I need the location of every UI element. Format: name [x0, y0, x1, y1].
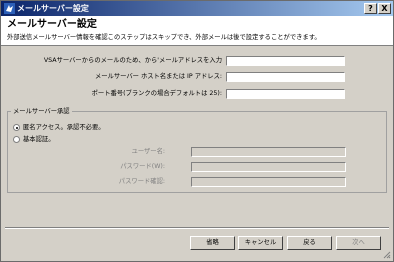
vsa-email-input[interactable] [226, 56, 345, 66]
mail-server-settings-dialog: メールサーバー設定 ? X メールサーバー設定 外部送信メールサーバー情報を確認… [0, 0, 394, 262]
basic-auth-radio[interactable] [13, 136, 20, 143]
password-input[interactable] [191, 162, 346, 172]
back-button[interactable]: 戻る [287, 236, 332, 250]
titlebar: メールサーバー設定 ? X [1, 1, 393, 16]
anonymous-radio-label[interactable]: 匿名アクセス。承認不必要。 [23, 123, 105, 132]
resize-grip-icon[interactable] [383, 251, 391, 259]
port-input[interactable] [226, 89, 345, 99]
next-button[interactable]: 次へ [336, 236, 381, 250]
username-label: ユーザー名: [131, 148, 165, 155]
password-confirm-input[interactable] [191, 177, 346, 187]
help-button[interactable]: ? [364, 3, 377, 14]
port-label: ポート番号(ブランクの場合デフォルトは 25): [91, 90, 222, 97]
window-title: メールサーバー設定 [17, 4, 89, 13]
footer-divider [5, 227, 389, 229]
basic-auth-radio-label[interactable]: 基本認証。 [23, 135, 54, 144]
password-label: パスワード(W): [120, 163, 165, 170]
app-icon [4, 3, 15, 14]
host-input[interactable] [226, 72, 345, 82]
password-confirm-label: パスワード確認: [118, 178, 165, 185]
skip-button[interactable]: 省略 [190, 236, 235, 250]
wizard-header: メールサーバー設定 外部送信メールサーバー情報を確認このステップはスキップでき、… [1, 16, 393, 46]
anonymous-radio[interactable] [13, 124, 20, 131]
username-input[interactable] [191, 147, 346, 157]
auth-group-legend: メールサーバー承認 [11, 107, 72, 116]
page-heading: メールサーバー設定 [7, 19, 97, 30]
page-description: 外部送信メールサーバー情報を確認このステップはスキップでき、外部メールは後で設定… [7, 34, 321, 41]
close-button[interactable]: X [378, 3, 391, 14]
host-label: メールサーバー ホスト名または IP アドレス: [94, 73, 222, 80]
cancel-button[interactable]: キャンセル [238, 236, 283, 250]
vsa-email-label: VSAサーバーからのメールのため、から'メールアドレスを入力 [43, 57, 222, 64]
